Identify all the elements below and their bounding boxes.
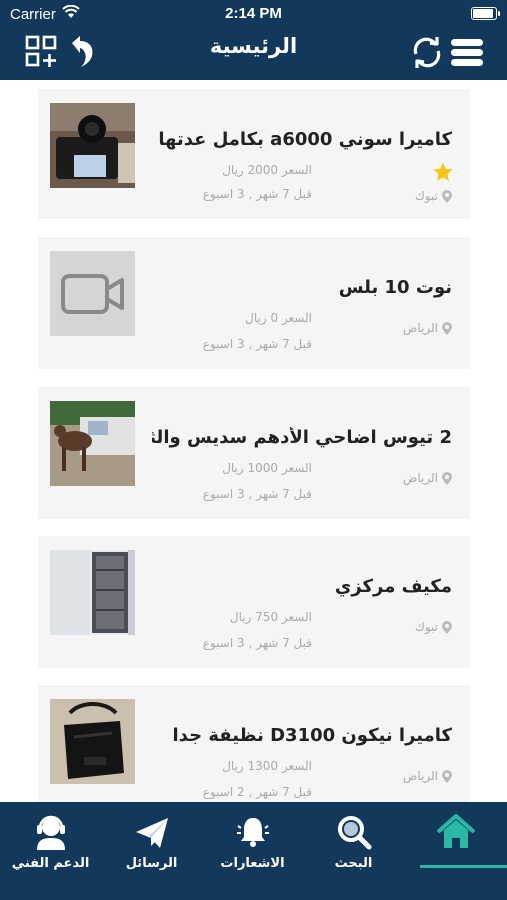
- listing-time: قبل 7 شهر , 3 اسبوع: [202, 636, 312, 650]
- listing-time: قبل 7 شهر , 3 اسبوع: [202, 187, 312, 201]
- listing-location: الرياض: [403, 769, 452, 783]
- tab-notifications[interactable]: الاشعارات: [202, 802, 303, 900]
- battery-icon: [471, 7, 500, 20]
- listing-location: تبوك: [415, 189, 452, 203]
- listing-location: تبوك: [415, 620, 452, 634]
- listing-card[interactable]: 2 تيوس اضاحي الأدهم سديس والثاني السعر 1…: [38, 387, 470, 519]
- location-label: الرياض: [402, 321, 438, 335]
- listing-card[interactable]: نوت 10 بلس السعر 0 ريال الرياض قبل 7 شهر…: [38, 237, 470, 369]
- tab-search[interactable]: البحث: [303, 802, 404, 900]
- listing-title: 2 تيوس اضاحي الأدهم سديس والثاني: [152, 427, 452, 448]
- status-bar: Carrier 2:14 PM: [0, 0, 507, 28]
- location-label: تبوك: [414, 620, 438, 634]
- location-pin-icon: [442, 321, 452, 335]
- support-agent-icon: [36, 815, 65, 850]
- bottom-tab-bar: الدعم الفني الرسائل الاشعارات البحث: [0, 802, 507, 900]
- listing-image: [50, 550, 135, 635]
- listing-title: كاميرا سوني a6000 بكامل عدتها: [158, 129, 452, 150]
- listing-card[interactable]: كاميرا سوني a6000 بكامل عدتها السعر 2000…: [38, 89, 470, 219]
- listing-location: الرياض: [403, 471, 452, 485]
- refresh-icon[interactable]: [410, 34, 446, 70]
- listing-image: [50, 401, 135, 486]
- listing-card[interactable]: كاميرا نيكون D3100 نظيفة جدا السعر 1300 …: [38, 685, 470, 802]
- location-pin-icon: [442, 189, 452, 203]
- listing-image: [50, 103, 135, 188]
- active-tab-indicator: [420, 865, 507, 868]
- listing-price: السعر 750 ريال: [229, 610, 312, 624]
- listing-image: [50, 251, 135, 336]
- tab-label: الدعم الفني: [11, 856, 90, 871]
- bell-icon: [236, 818, 269, 847]
- tab-label: البحث: [334, 856, 373, 871]
- location-pin-icon: [442, 620, 452, 634]
- listings-list: كاميرا سوني a6000 بكامل عدتها السعر 2000…: [0, 80, 507, 802]
- listing-price: السعر 2000 ريال: [222, 163, 312, 177]
- listing-time: قبل 7 شهر , 3 اسبوع: [202, 487, 312, 501]
- listing-price: السعر 0 ريال: [245, 311, 312, 325]
- listing-card[interactable]: مكيف مركزي السعر 750 ريال تبوك قبل 7 شهر…: [38, 536, 470, 668]
- listing-title: كاميرا نيكون D3100 نظيفة جدا: [172, 725, 452, 746]
- listing-title: مكيف مركزي: [334, 576, 452, 597]
- paper-plane-icon: [135, 818, 168, 848]
- search-icon: [337, 816, 371, 850]
- featured-star-icon: [433, 162, 453, 181]
- location-label: الرياض: [402, 769, 438, 783]
- location-pin-icon: [442, 471, 452, 485]
- listing-time: قبل 7 شهر , 3 اسبوع: [202, 337, 312, 351]
- status-time: 2:14 PM: [225, 5, 282, 22]
- top-bar: Carrier 2:14 PM الرئيسية: [0, 0, 507, 80]
- location-pin-icon: [442, 769, 452, 783]
- listing-title: نوت 10 بلس: [338, 277, 452, 298]
- menu-icon[interactable]: [450, 34, 486, 70]
- listing-price: السعر 1000 ريال: [222, 461, 312, 475]
- listing-image: [50, 699, 135, 784]
- listing-location: الرياض: [403, 321, 452, 335]
- listing-price: السعر 1300 ريال: [222, 759, 312, 773]
- tab-label: الرسائل: [125, 856, 178, 871]
- location-label: تبوك: [414, 189, 438, 203]
- listing-time: قبل 7 شهر , 2 اسبوع: [202, 785, 312, 799]
- location-label: الرياض: [402, 471, 438, 485]
- tab-messages[interactable]: الرسائل: [101, 802, 202, 900]
- tab-support[interactable]: الدعم الفني: [0, 802, 101, 900]
- tab-label: الاشعارات: [220, 856, 285, 871]
- home-icon: [436, 814, 475, 848]
- tab-home[interactable]: [404, 802, 507, 900]
